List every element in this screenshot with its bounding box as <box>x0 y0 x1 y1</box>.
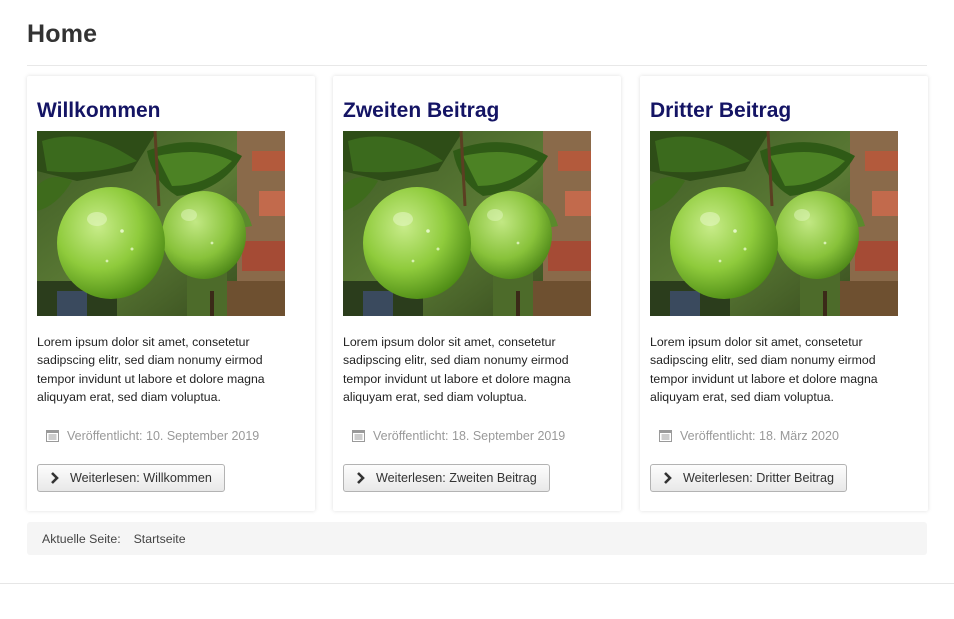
read-more-label: Weiterlesen: Dritter Beitrag <box>683 471 834 485</box>
article-image <box>650 131 898 316</box>
published-date: Veröffentlicht: 18. September 2019 <box>343 429 565 443</box>
article-card-zweiten-beitrag: Zweiten Beitrag Lorem ipsum dolor sit am… <box>333 76 621 511</box>
article-card-willkommen: Willkommen Lorem ipsum dolor sit amet, c… <box>27 76 315 511</box>
read-more-button[interactable]: Weiterlesen: Dritter Beitrag <box>650 464 847 492</box>
footer-divider <box>0 583 954 584</box>
article-title[interactable]: Willkommen <box>37 98 161 124</box>
article-intro-text: Lorem ipsum dolor sit amet, consetetur s… <box>650 335 878 405</box>
read-more-button[interactable]: Weiterlesen: Willkommen <box>37 464 225 492</box>
calendar-icon <box>659 430 672 442</box>
article-intro-text: Lorem ipsum dolor sit amet, consetetur s… <box>37 335 265 405</box>
published-date-text: Veröffentlicht: 18. März 2020 <box>680 429 839 443</box>
calendar-icon <box>46 430 59 442</box>
breadcrumb-current: Startseite <box>133 531 186 546</box>
page-header: Home <box>27 18 927 66</box>
page-title: Home <box>27 20 98 48</box>
article-image <box>37 131 285 316</box>
published-date-text: Veröffentlicht: 18. September 2019 <box>373 429 566 443</box>
calendar-icon <box>352 430 365 442</box>
chevron-right-icon <box>51 472 59 484</box>
article-title[interactable]: Dritter Beitrag <box>650 98 791 124</box>
chevron-right-icon <box>664 472 672 484</box>
article-intro-text: Lorem ipsum dolor sit amet, consetetur s… <box>343 335 571 405</box>
published-date: Veröffentlicht: 18. März 2020 <box>650 429 839 443</box>
read-more-label: Weiterlesen: Zweiten Beitrag <box>376 471 537 485</box>
breadcrumb-label: Aktuelle Seite: <box>42 531 121 546</box>
article-image <box>343 131 591 316</box>
published-date: Veröffentlicht: 10. September 2019 <box>37 429 259 443</box>
published-date-text: Veröffentlicht: 10. September 2019 <box>67 429 260 443</box>
breadcrumb: Aktuelle Seite: Startseite <box>27 522 927 555</box>
read-more-label: Weiterlesen: Willkommen <box>70 471 212 485</box>
chevron-right-icon <box>357 472 365 484</box>
article-card-dritter-beitrag: Dritter Beitrag Lorem ipsum dolor sit am… <box>640 76 928 511</box>
read-more-button[interactable]: Weiterlesen: Zweiten Beitrag <box>343 464 550 492</box>
article-title[interactable]: Zweiten Beitrag <box>343 98 499 124</box>
